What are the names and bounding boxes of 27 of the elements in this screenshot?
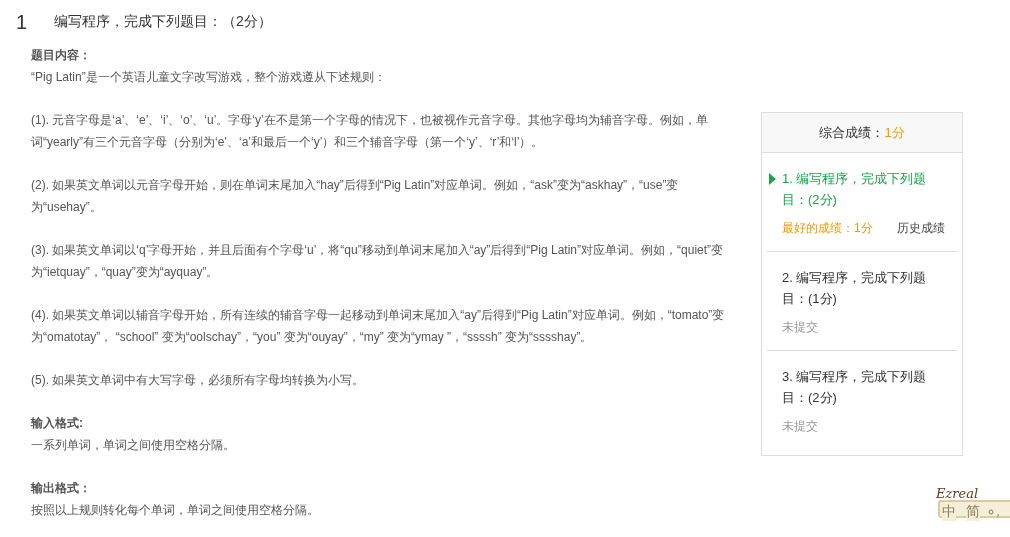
paragraph: (3). 如果英文单词以‘q’字母开始，并且后面有个字母‘u’，将“qu”移动到单词末尾加入“ay”后得到“Pig Latin”对应单词。例如，“quiet”变为“ietquay”，“quay”变为“ayquay”。 <box>31 242 725 281</box>
paragraph: (2). 如果英文单词以元音字母开始，则在单词末尾加入“hay”后得到“Pig Latin”对应单词。例如，“ask”变为“askhay”，“use”变为“usehay”。 <box>31 177 680 216</box>
question-title: 编写程序，完成下列题目：（2分） <box>54 13 272 31</box>
section-heading: 输出格式： <box>31 480 92 497</box>
paragraph: (4). 如果英文单词以辅音字母开始，所有连续的辅音字母一起移动到单词末尾加入“ay”后得到“Pig Latin”对应单词。例如，“tomato”变为“omatotay”， “school” 变为“oolschay”，“you” 变为“ouyay”，“my” 变为“ymay ”，“ssssh” 变为“sssshay”。 <box>31 307 726 346</box>
ime-logo: Ezreal <box>936 486 979 501</box>
paragraph: 一系列单词，单词之间使用空格分隔。 <box>31 437 236 454</box>
total-score: 1分 <box>884 123 905 142</box>
status-text: 未提交 <box>782 319 818 336</box>
ime-charset-button[interactable]: 简 <box>966 503 980 521</box>
paragraph: (1). 元音字母是‘a’、‘e’、‘i’、‘o’、‘u’。字母‘y’在不是第一个字母的情况下，也被视作元音字母。其他字母均为辅音字母。例如，单词“yearly”有三个元音字母（分别为‘e’、‘a’和最后一个‘y’）和三个辅音字母（第一个‘y’、‘r’和‘l’）。 <box>31 112 709 151</box>
question-link[interactable]: 2. 编写程序，完成下列题目：(1分) <box>782 267 947 309</box>
best-score: 1分 <box>854 220 873 237</box>
section-heading: 输入格式: <box>31 415 84 432</box>
section-heading: 题目内容： <box>31 47 92 64</box>
question-link[interactable]: 3. 编写程序，完成下列题目：(2分) <box>782 366 947 408</box>
ime-mode-button[interactable]: 中 <box>942 503 956 521</box>
paragraph: (5). 如果英文单词中有大写字母，必须所有字母均转换为小写。 <box>31 372 366 389</box>
triangle-icon <box>769 173 776 185</box>
paragraph: 按照以上规则转化每个单词，单词之间使用空格分隔。 <box>31 502 320 519</box>
best-score-label: 最好的成绩： <box>782 220 854 237</box>
punctuation-icon[interactable] <box>988 506 1002 518</box>
status-text: 未提交 <box>782 418 818 435</box>
history-link[interactable]: 历史成绩 <box>896 220 945 237</box>
paragraph: “Pig Latin”是一个英语儿童文字改写游戏，整个游戏遵从下述规则： <box>31 69 387 86</box>
question-number: 1 <box>16 10 29 34</box>
total-score-label: 综合成绩： <box>819 123 885 142</box>
